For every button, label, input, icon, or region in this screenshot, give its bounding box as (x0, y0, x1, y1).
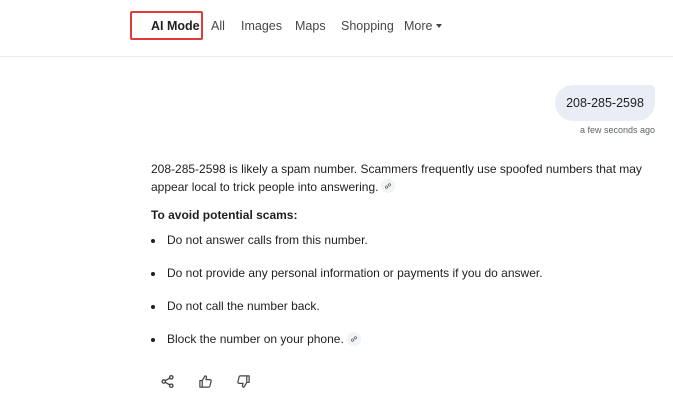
answer-intro-text: 208-285-2598 is likely a spam number. Sc… (151, 162, 642, 194)
query-timestamp: a few seconds ago (579, 125, 655, 135)
bullet-dot (151, 338, 155, 342)
list-item-text: Block the number on your phone. (167, 332, 344, 346)
list-item: Block the number on your phone. (151, 331, 651, 364)
answer-bullet-list: Do not answer calls from this number. Do… (151, 232, 651, 364)
list-item: Do not provide any personal information … (151, 265, 651, 298)
thumbs-up-button[interactable] (196, 372, 214, 390)
source-link-icon[interactable] (381, 179, 396, 194)
answer-heading: To avoid potential scams: (151, 208, 298, 222)
tab-more-label: More (404, 19, 433, 33)
thumbs-down-icon (236, 374, 250, 388)
user-query-bubble: 208-285-2598 (555, 85, 655, 121)
feedback-actions (158, 372, 252, 392)
tab-shopping[interactable]: Shopping (341, 18, 394, 34)
chevron-down-icon (436, 23, 443, 28)
thumbs-up-icon (198, 374, 212, 388)
list-item-text: Do not answer calls from this number. (167, 233, 368, 247)
tab-ai-mode[interactable]: AI Mode (151, 18, 200, 34)
list-item: Do not call the number back. (151, 298, 651, 331)
thumbs-down-button[interactable] (234, 372, 252, 390)
answer-intro: 208-285-2598 is likely a spam number. Sc… (151, 161, 646, 196)
tab-images[interactable]: Images (241, 18, 282, 34)
tab-all[interactable]: All (211, 18, 225, 34)
list-item: Do not answer calls from this number. (151, 232, 651, 265)
list-item-text: Do not call the number back. (167, 299, 320, 313)
bullet-dot (151, 305, 155, 309)
source-link-icon[interactable] (346, 331, 361, 346)
search-tabs-bar: AI Mode All Images Maps Shopping More (0, 0, 673, 57)
share-icon (160, 374, 174, 388)
tab-more[interactable]: More (404, 18, 443, 34)
bullet-dot (151, 272, 155, 276)
bullet-dot (151, 239, 155, 243)
tab-maps[interactable]: Maps (295, 18, 326, 34)
ai-mode-page: AI Mode All Images Maps Shopping More 20… (0, 0, 673, 400)
list-item-text: Do not provide any personal information … (167, 266, 543, 280)
share-button[interactable] (158, 372, 176, 390)
